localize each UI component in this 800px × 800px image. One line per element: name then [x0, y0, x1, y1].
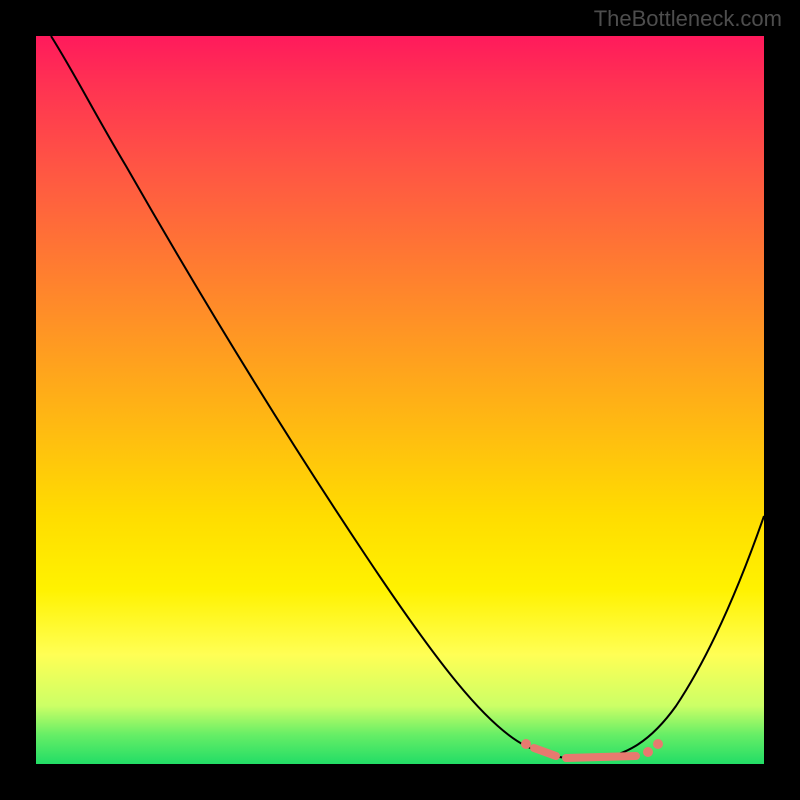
optimal-point-2 [643, 747, 653, 757]
watermark-text: TheBottleneck.com [594, 6, 782, 32]
optimal-range-segment-2 [566, 756, 636, 758]
optimal-point-3 [653, 739, 663, 749]
bottleneck-curve [51, 36, 764, 759]
chart-svg [36, 36, 764, 764]
optimal-point-1 [521, 739, 531, 749]
optimal-range-segment-1 [534, 748, 556, 756]
chart-container [36, 36, 764, 764]
